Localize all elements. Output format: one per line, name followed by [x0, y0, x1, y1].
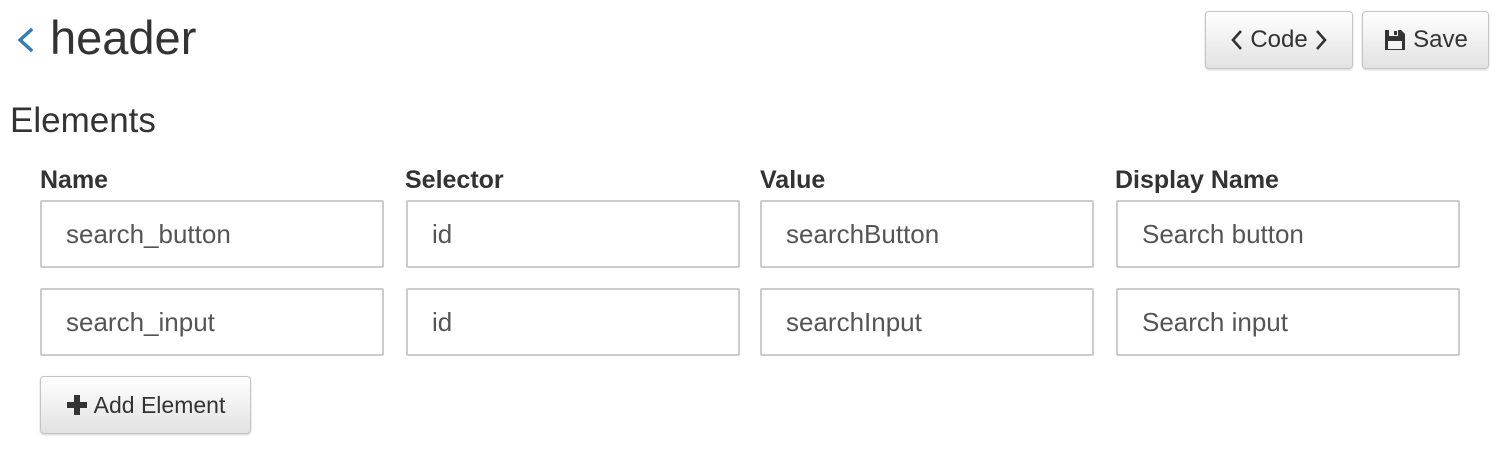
element-name-input[interactable] — [40, 200, 384, 268]
column-header-display-name: Display Name — [1115, 166, 1279, 194]
code-button-label: Code — [1250, 26, 1308, 53]
element-selector-input[interactable] — [406, 200, 740, 268]
elements-section-title: Elements — [10, 101, 156, 140]
save-button[interactable]: Save — [1362, 11, 1489, 69]
add-element-button-label: Add Element — [93, 391, 226, 418]
floppy-disk-icon — [1385, 30, 1406, 50]
element-display-name-input[interactable] — [1116, 288, 1460, 356]
element-value-input[interactable] — [760, 288, 1094, 356]
column-header-name: Name — [40, 166, 109, 194]
page-title: header — [50, 11, 197, 64]
element-selector-input[interactable] — [406, 288, 740, 356]
code-button[interactable]: Code — [1205, 11, 1353, 69]
plus-icon — [66, 395, 87, 415]
element-name-input[interactable] — [40, 288, 384, 356]
add-element-button[interactable]: Add Element — [40, 376, 251, 434]
chevron-right-icon — [1315, 30, 1327, 50]
element-value-input[interactable] — [760, 200, 1094, 268]
column-header-selector: Selector — [405, 166, 504, 194]
column-header-value: Value — [760, 166, 826, 194]
save-button-label: Save — [1413, 26, 1468, 53]
element-display-name-input[interactable] — [1116, 200, 1460, 268]
chevron-left-icon[interactable] — [12, 24, 38, 56]
chevron-left-icon — [1231, 30, 1243, 50]
